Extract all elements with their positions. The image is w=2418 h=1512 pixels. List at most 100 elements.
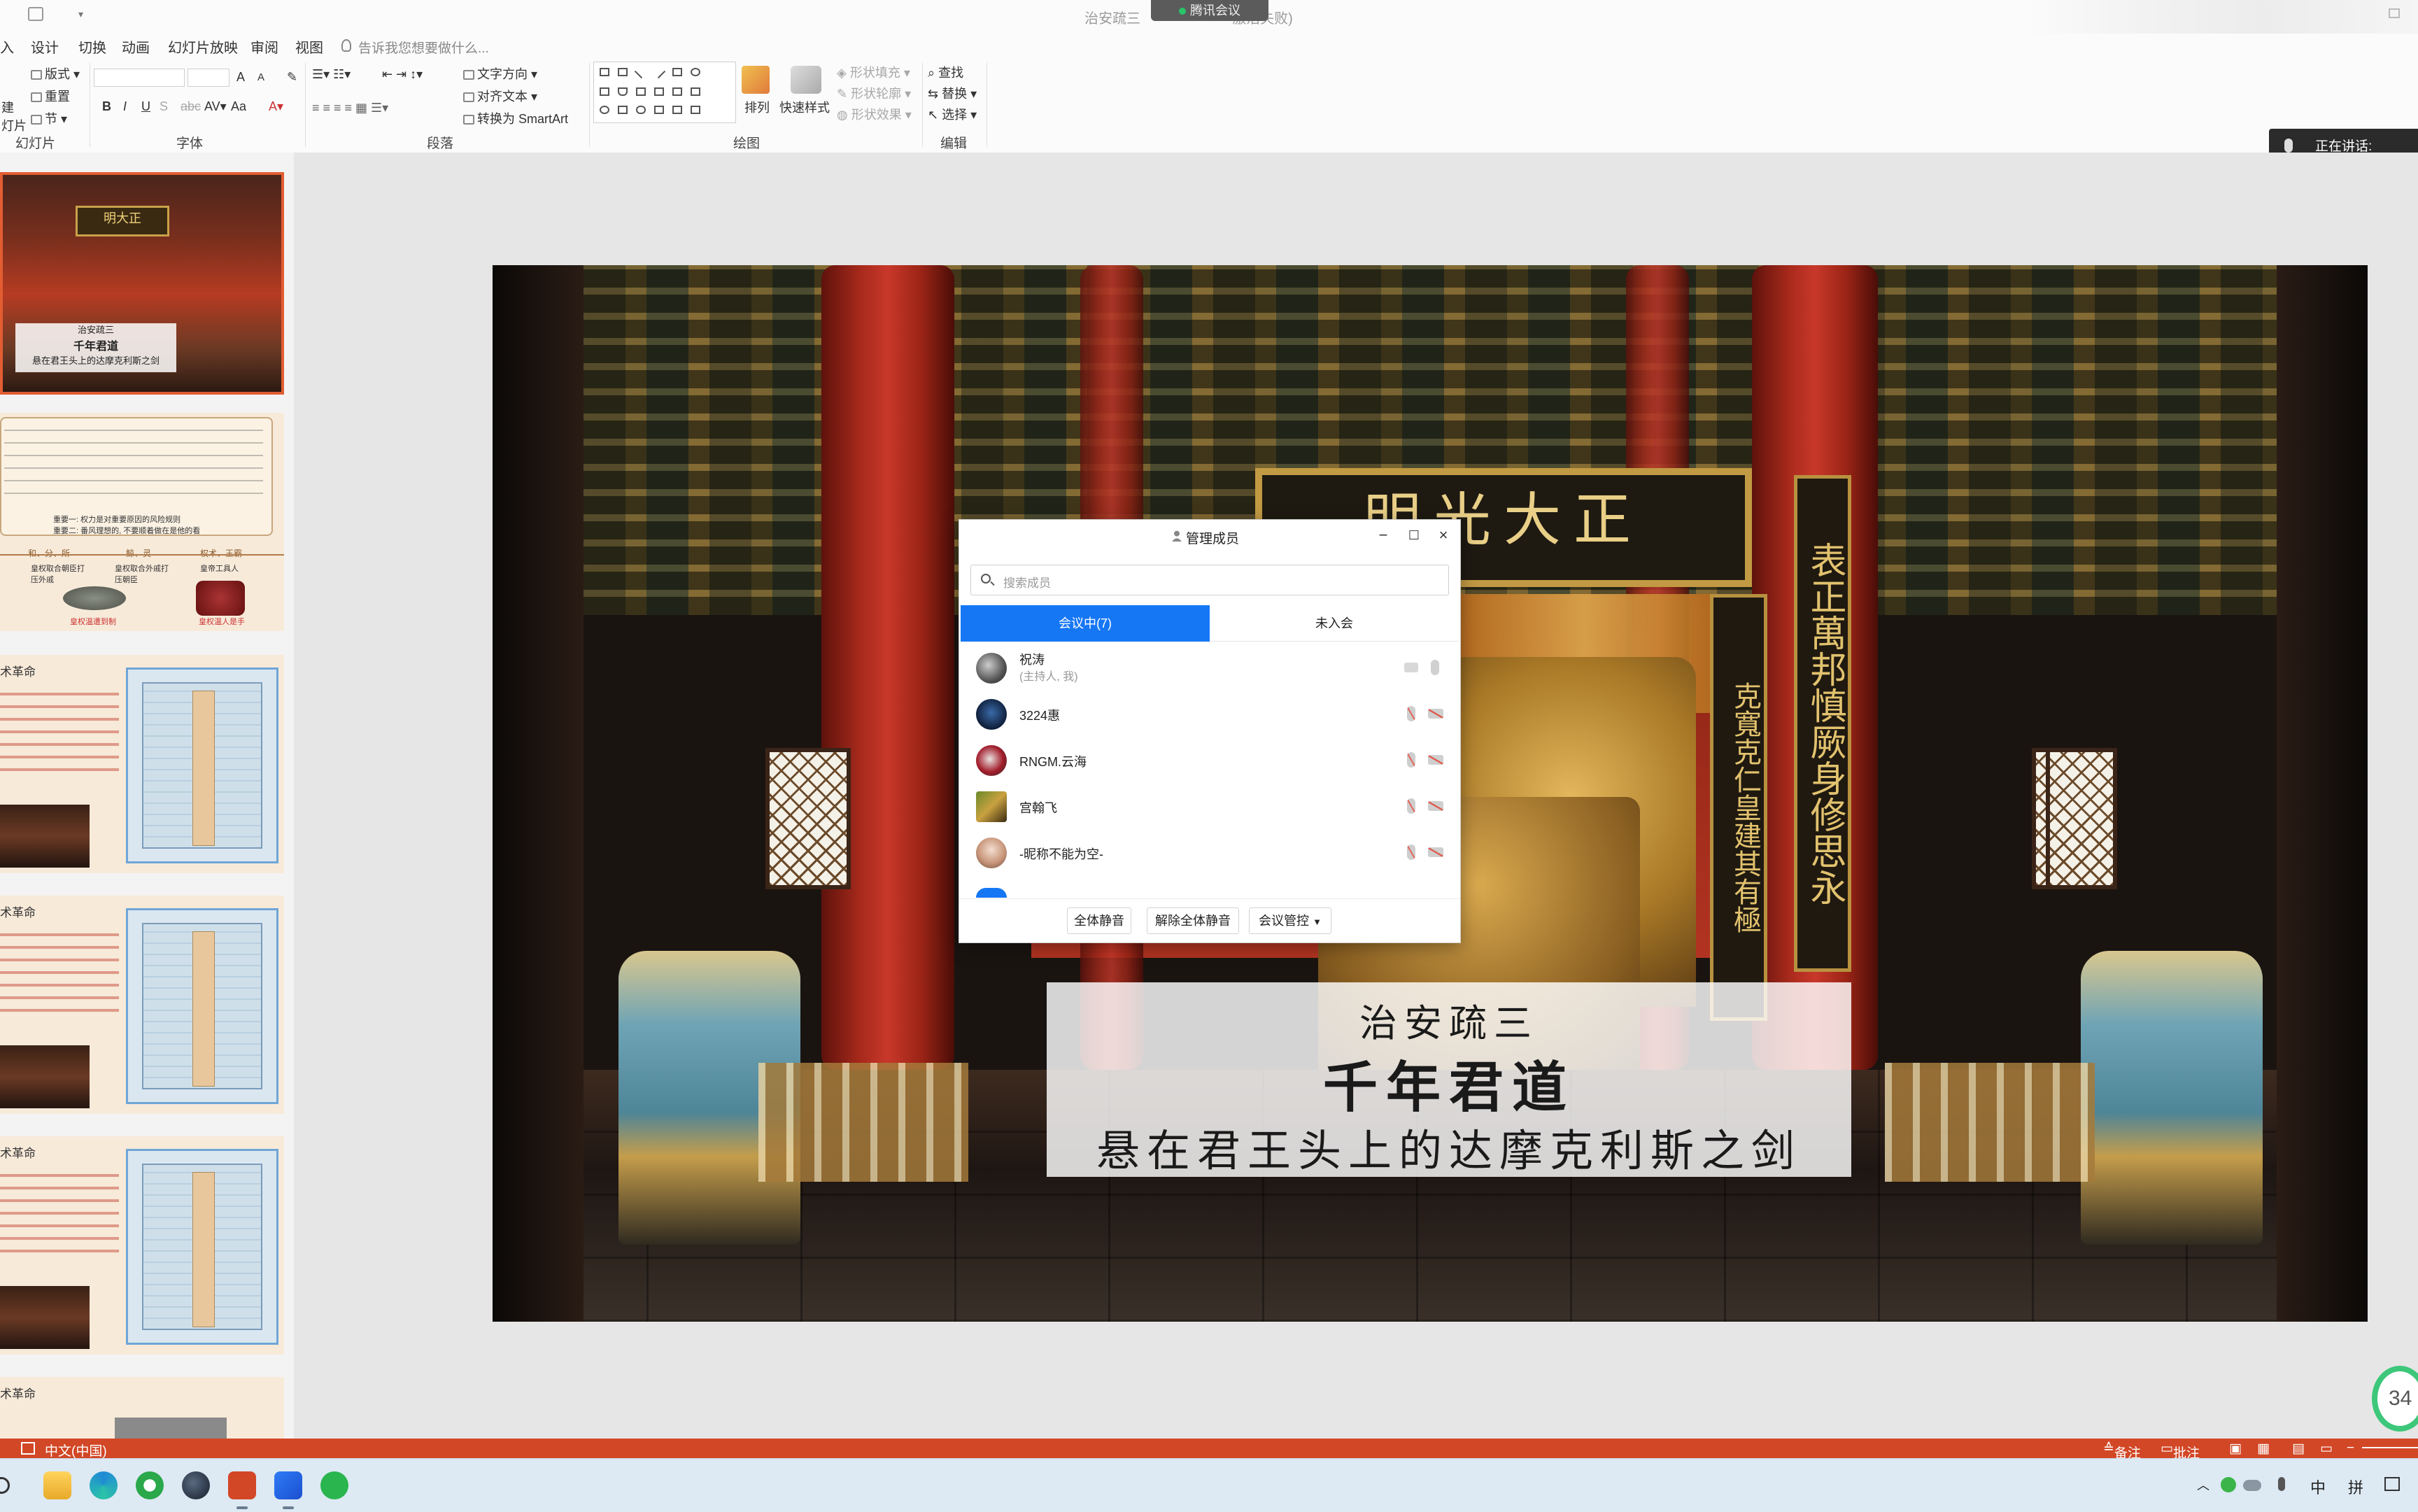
tab-not-joined[interactable]: 未入会 [1210, 605, 1459, 642]
shape-effects-button[interactable]: ◍ 形状效果 ▾ [837, 105, 912, 123]
grow-font-button[interactable]: A [236, 70, 245, 85]
member-row[interactable]: 祝涛 (主持人, 我) [959, 644, 1460, 691]
restore-window-icon[interactable] [2389, 8, 2400, 18]
slide-sorter-icon[interactable]: ▦ [2257, 1441, 2270, 1457]
layout-button[interactable]: 版式 ▾ [31, 64, 80, 83]
arrange-button[interactable]: 排列 [744, 98, 770, 116]
language-indicator[interactable]: 中文(中国) [45, 1441, 107, 1460]
powerpoint-icon[interactable] [228, 1471, 256, 1509]
font-size-combo[interactable] [188, 69, 229, 87]
normal-view-icon[interactable]: ▣ [2229, 1441, 2242, 1457]
customize-qat-icon[interactable]: ▾ [78, 8, 83, 20]
slide-thumbnail-6[interactable]: 术革命 [0, 1377, 284, 1439]
underline-button[interactable]: U [141, 99, 150, 114]
microphone-muted-icon[interactable] [1407, 845, 1415, 860]
tencent-meeting-icon[interactable] [274, 1471, 302, 1509]
zoom-out-icon[interactable]: − [2347, 1441, 2354, 1456]
member-row[interactable]: 宫翰飞 [959, 783, 1460, 829]
zoom-slider[interactable] [2362, 1447, 2418, 1448]
camera-off-icon[interactable] [1428, 847, 1443, 857]
replace-button[interactable]: ⇆ 替换 ▾ [928, 84, 977, 102]
microphone-icon[interactable] [1431, 660, 1439, 675]
tab-in-meeting[interactable]: 会议中(7) [961, 605, 1210, 642]
ime-mode[interactable]: 中 [2310, 1476, 2326, 1498]
smartart-button[interactable]: 转换为 SmartArt [463, 109, 568, 127]
find-button[interactable]: ⌕ 查找 [928, 63, 963, 81]
notification-icon[interactable] [2384, 1477, 2400, 1491]
font-name-combo[interactable] [94, 69, 185, 87]
wechat-icon[interactable] [320, 1471, 348, 1499]
align-icons[interactable]: ≡ ≡ ≡ ≡ ▦ ☰▾ [312, 101, 388, 115]
new-slide-button[interactable]: 建灯片 [1, 98, 27, 134]
mute-all-button[interactable]: 全体静音 [1067, 907, 1131, 934]
slide-thumbnail-2[interactable]: 重要一: 权力是对重要原因的风险规则 重要二: 番风理想的, 不要顺着做在是他的… [0, 413, 284, 631]
spellcheck-icon[interactable] [21, 1442, 35, 1455]
onedrive-icon[interactable] [2243, 1480, 2261, 1491]
slide-caption-box[interactable]: 治安疏三 千年君道 悬在君王头上的达摩克利斯之剑 [1047, 982, 1851, 1177]
reset-button[interactable]: 重置 [31, 87, 70, 105]
indent-icon[interactable]: ⇤ ⇥ ↕▾ [382, 67, 423, 82]
steam-icon[interactable] [182, 1471, 210, 1499]
tab-view[interactable]: 视图 [295, 36, 323, 57]
clear-format-icon[interactable]: ✎ [287, 70, 297, 85]
member-row[interactable]: RNGM.云海 [959, 737, 1460, 783]
search-icon[interactable] [0, 1477, 10, 1494]
char-spacing-icon[interactable]: AV▾ [204, 99, 227, 114]
microphone-muted-icon[interactable] [1407, 706, 1415, 721]
camera-off-icon[interactable] [1428, 755, 1443, 765]
section-button[interactable]: 节 ▾ [31, 109, 67, 127]
tray-app-icon[interactable] [2221, 1477, 2236, 1492]
shape-outline-button[interactable]: ✎ 形状轮廓 ▾ [837, 84, 911, 102]
slide-thumbnail-4[interactable]: 术革命 [0, 896, 284, 1114]
slideshow-icon[interactable]: ▭ [2320, 1441, 2333, 1457]
quick-styles-icon[interactable] [791, 66, 821, 94]
tab-review[interactable]: 审阅 [250, 36, 278, 57]
file-explorer-icon[interactable] [43, 1471, 71, 1499]
quick-styles-button[interactable]: 快速样式 [779, 98, 830, 116]
meeting-indicator[interactable]: 腾讯会议 [1151, 0, 1268, 21]
shape-fill-button[interactable]: ◈ 形状填充 ▾ [837, 63, 910, 81]
meeting-controls-button[interactable]: 会议管控 ▼ [1249, 907, 1331, 934]
bold-button[interactable]: B [102, 99, 111, 114]
tab-transitions[interactable]: 切换 [78, 36, 106, 57]
align-text-button[interactable]: 对齐文本 ▾ [463, 87, 537, 105]
tab-slideshow[interactable]: 幻灯片放映 [168, 36, 238, 57]
select-button[interactable]: ↖ 选择 ▾ [928, 105, 977, 123]
arrange-icon[interactable] [742, 66, 770, 94]
tab-design[interactable]: 设计 [31, 36, 59, 57]
edge-browser-icon[interactable] [90, 1471, 118, 1499]
text-direction-button[interactable]: 文字方向 ▾ [463, 64, 537, 83]
unmute-all-button[interactable]: 解除全体静音 [1147, 907, 1239, 934]
microphone-muted-icon[interactable] [1407, 798, 1415, 814]
microphone-icon[interactable] [2278, 1477, 2285, 1491]
360-browser-icon[interactable] [136, 1471, 164, 1499]
tell-me-box[interactable]: 告诉我您想要做什么... [358, 38, 489, 57]
member-row[interactable]: 3224惠 [959, 691, 1460, 737]
reading-view-icon[interactable]: ▤ [2292, 1441, 2305, 1457]
slide-thumbnail-3[interactable]: 术革命 [0, 655, 284, 873]
bullets-icon[interactable]: ☰▾ ☷▾ [312, 67, 351, 82]
camera-off-icon[interactable] [1428, 801, 1443, 811]
change-case-button[interactable]: Aa [231, 99, 246, 114]
ime-pinyin[interactable]: 拼 [2348, 1476, 2363, 1498]
shrink-font-button[interactable]: A [257, 71, 264, 83]
quick-access-icon[interactable] [28, 7, 43, 21]
tab-insert[interactable]: 入 [0, 36, 14, 57]
camera-off-icon[interactable] [1428, 709, 1443, 719]
notes-button[interactable]: ≙ 备注 [2103, 1441, 2141, 1461]
slide-thumbnail-1[interactable]: 明大正 治安疏三 千年君道 悬在君王头上的达摩克利斯之剑 [0, 172, 284, 395]
comments-button[interactable]: ▭ 批注 [2161, 1441, 2200, 1461]
italic-button[interactable]: I [123, 99, 127, 114]
font-color-icon[interactable]: A▾ [269, 99, 283, 114]
tab-animations[interactable]: 动画 [122, 36, 150, 57]
tray-expand-icon[interactable]: ︿ [2197, 1476, 2210, 1494]
slide-thumbnail-5[interactable]: 术革命 [0, 1136, 284, 1355]
member-row[interactable]: -昵称不能为空- [959, 829, 1460, 875]
maximize-icon[interactable]: ☐ [1406, 527, 1422, 544]
strikethrough-button[interactable]: abc [181, 99, 201, 114]
shadow-button[interactable]: S [160, 99, 168, 114]
microphone-muted-icon[interactable] [1407, 752, 1415, 768]
search-input[interactable]: 搜索成员 [970, 565, 1449, 595]
screen-share-icon[interactable] [1404, 663, 1418, 672]
close-icon[interactable]: × [1435, 527, 1452, 544]
